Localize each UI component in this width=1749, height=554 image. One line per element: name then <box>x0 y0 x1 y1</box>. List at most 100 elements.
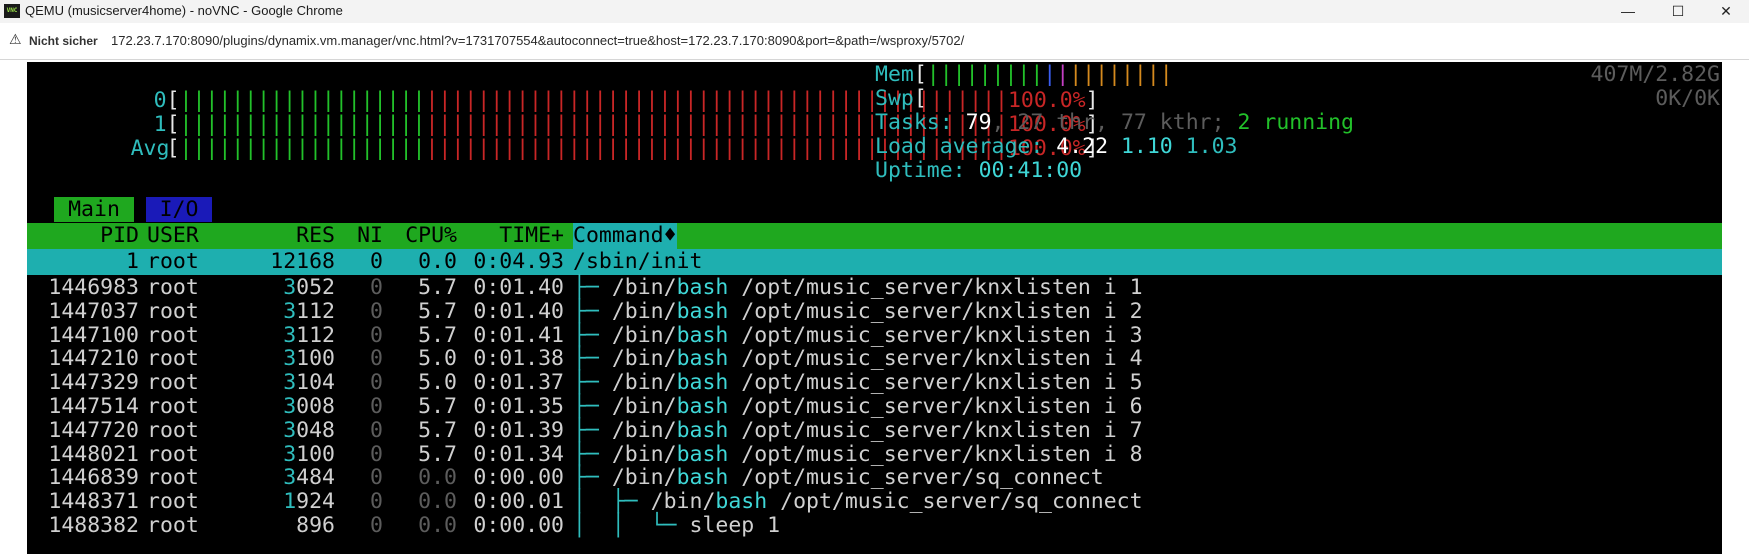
command-args: /opt/music_server/knxlisten i 5 <box>728 370 1143 396</box>
tab-main[interactable]: Main <box>54 197 134 222</box>
col-ni[interactable]: NI <box>345 223 383 249</box>
process-row[interactable]: 1446839 root 3484 0 0.0 0:00.00 ├─ /bin/bash /… <box>27 465 1722 491</box>
process-row[interactable]: 1446983 root 3052 0 5.7 0:01.40 ├─ /bin/bash /… <box>27 275 1722 301</box>
command-cell: ├─ /bin/bash /opt/music_server/knxlisten… <box>573 299 1143 325</box>
res-head: 3 <box>283 370 297 396</box>
window-titlebar: VNC QEMU (musicserver4home) - noVNC - Go… <box>0 0 1749 23</box>
pid-cell: 1447100 <box>48 322 139 348</box>
time-cell: 0:01.39 <box>473 417 564 443</box>
res-cell: 3008 <box>227 394 335 420</box>
res-head: 3 <box>283 441 297 467</box>
vnc-viewport[interactable]: 0[||||||||||||||||||||||||||||||||||||||… <box>0 60 1749 554</box>
cpu-cell: 5.7 <box>418 441 457 467</box>
process-row-selected[interactable]: 1 root 12168 0 0.0 0:04.93 /sbin/init <box>27 249 1722 275</box>
res-tail: 924 <box>296 489 335 515</box>
command-path: /bin/ <box>611 465 677 491</box>
res-head: 3 <box>283 322 297 348</box>
process-row[interactable]: 1447210 root 3100 0 5.0 0:01.38 ├─ /bin/bash /… <box>27 346 1722 372</box>
command-args: /opt/music_server/knxlisten i 3 <box>728 322 1143 348</box>
command-cell: ├─ /bin/bash /opt/music_server/knxlisten… <box>573 346 1143 372</box>
ni-cell: 0 <box>370 346 383 372</box>
pid-cell: 1448021 <box>48 441 139 467</box>
ni-cell: 0 <box>370 394 383 419</box>
time-cell: 0:01.40 <box>473 275 564 300</box>
load-line: Load average: 4.22 1.10 1.03 <box>875 134 1237 160</box>
security-status[interactable]: Nicht sicher <box>29 23 98 59</box>
col-user[interactable]: USER <box>147 223 199 249</box>
time-cell: 0:00.01 <box>473 489 564 515</box>
command-args: /opt/music_server/knxlisten i 8 <box>728 441 1143 467</box>
time-cell: 0:04.93 <box>473 249 564 274</box>
swap-value: 0K/0K <box>1655 86 1720 111</box>
command-cell: ├─ /bin/bash /opt/music_server/knxlisten… <box>573 370 1143 396</box>
process-row[interactable]: 1447100 root 3112 0 5.7 0:01.41 ├─ /bin/bash /… <box>27 323 1722 349</box>
command-path: /bin/ <box>650 489 716 515</box>
pid-cell: 1447210 <box>48 346 139 372</box>
process-row[interactable]: 1447720 root 3048 0 5.7 0:01.39 ├─ /bin/bash /… <box>27 418 1722 444</box>
cpu-meter-row: 1[||||||||||||||||||||||||||||||||||||||… <box>27 86 1099 137</box>
mem-value: 407M/2.82G <box>1590 62 1720 87</box>
load-15min: 1.03 <box>1185 134 1238 159</box>
tasks-count: 79 <box>965 110 992 135</box>
command-binary: bash <box>676 441 729 467</box>
pid-cell: 1488382 <box>48 513 139 538</box>
process-row[interactable]: 1448371 root 1924 0 0.0 0:00.01 │ ├─ /bin/bash… <box>27 489 1722 515</box>
process-row[interactable]: 1447514 root 3008 0 5.7 0:01.35 ├─ /bin/bash /… <box>27 394 1722 420</box>
tree-branch: ├─ <box>573 417 612 443</box>
process-row[interactable]: 1447037 root 3112 0 5.7 0:01.40 ├─ /bin/bash /… <box>27 299 1722 325</box>
res-cell: 3112 <box>227 299 335 325</box>
uptime-line: Uptime: 00:41:00 <box>875 158 1082 184</box>
close-button[interactable]: ✕ <box>1703 0 1749 23</box>
command-binary: bash <box>676 275 729 300</box>
kernel-threads-count: 77 kthr; <box>1120 110 1225 135</box>
res-cell: 3100 <box>227 442 335 468</box>
pid-cell: 1447329 <box>48 370 139 396</box>
maximize-button[interactable]: ☐ <box>1655 0 1701 23</box>
warning-icon[interactable]: ⚠ <box>9 31 22 48</box>
time-cell: 0:01.35 <box>473 394 564 419</box>
process-row[interactable]: 1448021 root 3100 0 5.7 0:01.34 ├─ /bin/bash /… <box>27 442 1722 468</box>
command-binary: bash <box>676 322 729 348</box>
load-1min: 4.22 <box>1056 134 1109 159</box>
res-cell: 3052 <box>227 275 335 301</box>
res-head: 3 <box>283 465 297 491</box>
running-label: running <box>1263 110 1354 135</box>
user-cell: root <box>147 298 199 324</box>
url-field[interactable]: 172.23.7.170:8090/plugins/dynamix.vm.man… <box>111 23 964 59</box>
time-cell: 0:01.41 <box>473 322 564 348</box>
user-cell: root <box>147 249 199 274</box>
pid-cell: 1447514 <box>48 394 139 419</box>
tasks-line: Tasks: 79, 27 thr, 77 kthr; 2 running <box>875 110 1354 135</box>
res-head: 3 <box>283 298 297 324</box>
process-row[interactable]: 1447329 root 3104 0 5.0 0:01.37 ├─ /bin/bash /… <box>27 370 1722 396</box>
user-cell: root <box>147 394 199 419</box>
user-cell: root <box>147 322 199 348</box>
user-cell: root <box>147 417 199 443</box>
time-cell: 0:00.00 <box>473 513 564 538</box>
user-cell: root <box>147 465 199 491</box>
command-path: /bin/ <box>611 298 677 324</box>
ni-cell: 0 <box>370 322 383 348</box>
col-command[interactable]: Command♦ <box>573 223 677 249</box>
sort-indicator-icon: ♦ <box>663 223 677 248</box>
command-binary: bash <box>676 465 729 491</box>
command-args: /opt/music_server/knxlisten i 4 <box>728 346 1143 372</box>
col-res[interactable]: RES <box>227 223 335 249</box>
pid-cell: 1448371 <box>48 489 139 515</box>
col-cpu[interactable]: CPU% <box>383 223 457 249</box>
time-cell: 0:01.40 <box>473 298 564 324</box>
minimize-button[interactable]: — <box>1605 0 1651 23</box>
command-binary: bash <box>676 394 729 419</box>
process-row[interactable]: 1488382 root 896 0 0.0 0:00.00 │ │ └─ sleep 1 <box>27 513 1722 539</box>
command-binary: bash <box>676 298 729 324</box>
cpu-cell: 5.0 <box>418 370 457 396</box>
vnc-screen[interactable]: 0[||||||||||||||||||||||||||||||||||||||… <box>27 62 1722 554</box>
command-path: /bin/ <box>611 394 677 419</box>
col-time[interactable]: TIME+ <box>457 223 564 249</box>
pid-cell: 1447720 <box>48 417 139 443</box>
ni-cell: 0 <box>370 249 383 274</box>
res-cell: 3112 <box>227 323 335 349</box>
res-tail: 052 <box>296 275 335 300</box>
col-pid[interactable]: PID <box>27 223 139 249</box>
tab-io[interactable]: I/O <box>146 197 212 222</box>
